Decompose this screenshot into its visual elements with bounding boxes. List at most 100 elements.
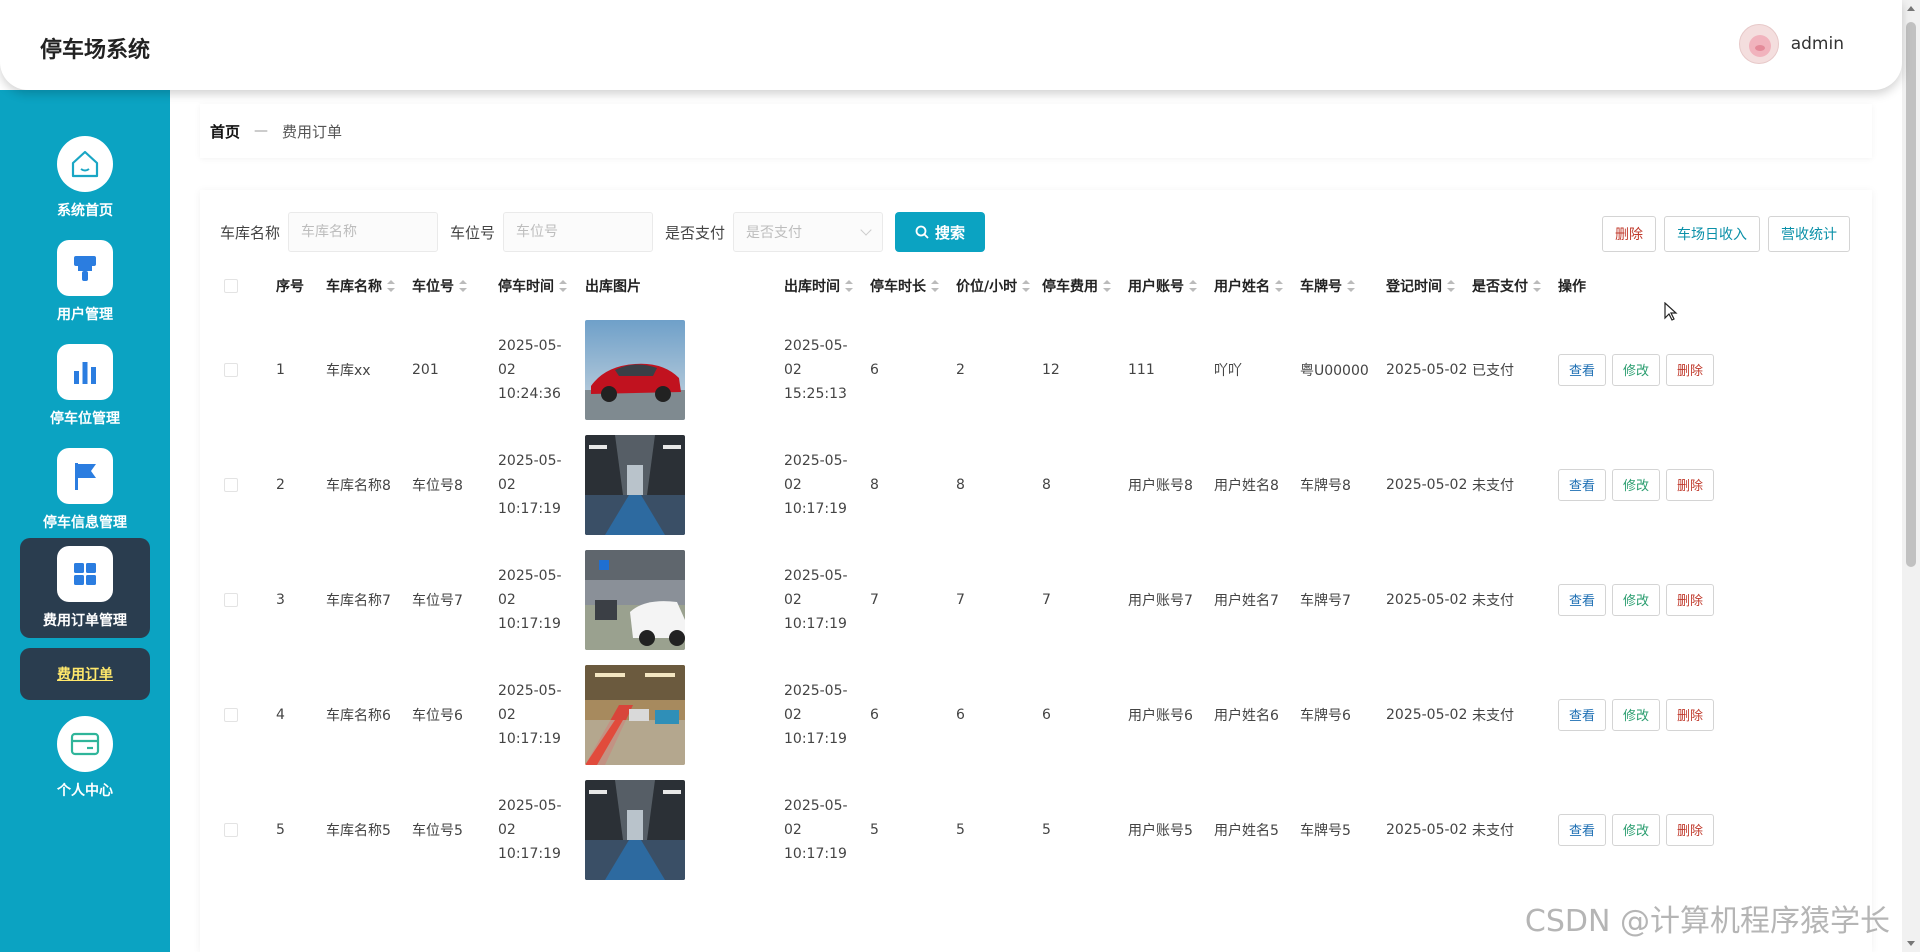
- sidebar-item-fee-orders[interactable]: 费用订单管理: [20, 538, 150, 638]
- cell-account: 用户账号8: [1128, 477, 1193, 494]
- row-checkbox[interactable]: [224, 542, 238, 657]
- row-checkbox[interactable]: [224, 772, 238, 887]
- row-checkbox[interactable]: [224, 312, 238, 427]
- paid-status-label: 是否支付: [665, 223, 726, 242]
- cell-user-name: 用户姓名8: [1214, 477, 1279, 494]
- batch-delete-button[interactable]: 删除: [1602, 216, 1656, 252]
- cell-park-time: 2025-05-02 10:17:19: [498, 682, 562, 747]
- cell-account: 用户账号7: [1128, 592, 1193, 609]
- sidebar-item-parking-slots[interactable]: 停车位管理: [20, 336, 150, 436]
- delete-button[interactable]: 删除: [1666, 813, 1715, 846]
- exit-photo-thumbnail[interactable]: [585, 779, 685, 880]
- sidebar-item-profile[interactable]: 个人中心: [20, 708, 150, 808]
- user-menu[interactable]: admin: [1738, 24, 1844, 64]
- breadcrumb-separator: —: [254, 123, 269, 139]
- view-button[interactable]: 查看: [1558, 698, 1607, 731]
- home-icon: [57, 136, 113, 192]
- page-scrollbar[interactable]: [1902, 0, 1920, 952]
- cell-reg-time: 2025-05-02: [1386, 821, 1468, 838]
- user-avatar[interactable]: [1738, 24, 1779, 64]
- exit-photo-thumbnail[interactable]: [585, 319, 685, 420]
- th-garage-name[interactable]: 车库名称: [326, 260, 395, 312]
- th-reg-time[interactable]: 登记时间: [1386, 260, 1455, 312]
- cell-park-time: 2025-05-02 10:24:36: [498, 337, 562, 402]
- row-checkbox[interactable]: [224, 657, 238, 772]
- cell-slot-number: 201: [412, 361, 439, 378]
- th-paid[interactable]: 是否支付: [1472, 260, 1541, 312]
- sidebar-item-home[interactable]: 系统首页: [20, 128, 150, 228]
- daily-income-button[interactable]: 车场日收入: [1664, 216, 1760, 252]
- th-plate[interactable]: 车牌号: [1300, 260, 1355, 312]
- th-fee[interactable]: 停车费用: [1042, 260, 1111, 312]
- cell-paid: 已支付: [1472, 362, 1514, 379]
- scroll-thumb[interactable]: [1906, 22, 1916, 567]
- edit-button[interactable]: 修改: [1612, 353, 1661, 386]
- cell-plate: 车牌号7: [1300, 592, 1351, 609]
- th-user-name[interactable]: 用户姓名: [1214, 260, 1283, 312]
- scroll-down-icon[interactable]: [1907, 941, 1915, 946]
- sort-icon: [1022, 280, 1031, 292]
- cell-fee: 8: [1042, 476, 1051, 493]
- select-all-checkbox[interactable]: [224, 260, 238, 312]
- cell-exit-image[interactable]: [585, 542, 685, 657]
- cell-exit-image[interactable]: [585, 772, 685, 887]
- card-icon: [57, 716, 113, 772]
- exit-photo-thumbnail[interactable]: [585, 434, 685, 535]
- cell-actions: 查看 修改 删除: [1558, 542, 1715, 657]
- view-button[interactable]: 查看: [1558, 353, 1607, 386]
- th-account[interactable]: 用户账号: [1128, 260, 1197, 312]
- delete-button[interactable]: 删除: [1666, 468, 1715, 501]
- exit-photo-thumbnail[interactable]: [585, 549, 685, 650]
- sidebar-subitem-fee-order[interactable]: 费用订单: [20, 648, 150, 700]
- breadcrumb-current: 费用订单: [282, 122, 343, 141]
- th-exit-time[interactable]: 出库时间: [784, 260, 853, 312]
- edit-button[interactable]: 修改: [1612, 698, 1661, 731]
- content-panel: 车库名称 车位号 是否支付 是否支付 搜索 删除 车场日收入 营收统计 序号 车…: [200, 190, 1872, 952]
- username[interactable]: admin: [1791, 34, 1844, 54]
- breadcrumb-home[interactable]: 首页: [210, 121, 240, 142]
- delete-button[interactable]: 删除: [1666, 583, 1715, 616]
- slot-number-label: 车位号: [450, 223, 496, 242]
- cell-user-name: 用户姓名7: [1214, 592, 1279, 609]
- cell-exit-image[interactable]: [585, 657, 685, 772]
- cell-exit-image[interactable]: [585, 312, 685, 427]
- delete-button[interactable]: 删除: [1666, 698, 1715, 731]
- view-button[interactable]: 查看: [1558, 813, 1607, 846]
- th-park-time[interactable]: 停车时间: [498, 260, 567, 312]
- cell-exit-image[interactable]: [585, 427, 685, 542]
- table-row: 2 车库名称8 车位号8 2025-05-02 10:17:19 2025-05-02 10…: [200, 427, 1872, 542]
- sidebar-item-label: 系统首页: [57, 203, 113, 219]
- edit-button[interactable]: 修改: [1612, 468, 1661, 501]
- edit-button[interactable]: 修改: [1612, 813, 1661, 846]
- cell-price: 2: [956, 361, 965, 378]
- exit-photo-thumbnail[interactable]: [585, 664, 685, 765]
- search-button[interactable]: 搜索: [895, 212, 986, 252]
- search-form: 车库名称 车位号 是否支付 是否支付 搜索: [220, 212, 986, 252]
- sidebar-item-parking-info[interactable]: 停车信息管理: [20, 440, 150, 540]
- delete-button[interactable]: 删除: [1666, 353, 1715, 386]
- th-actions: 操作: [1558, 279, 1586, 295]
- view-button[interactable]: 查看: [1558, 468, 1607, 501]
- slot-number-input[interactable]: [503, 212, 654, 252]
- garage-name-label: 车库名称: [220, 223, 281, 242]
- revenue-stats-button[interactable]: 营收统计: [1768, 216, 1850, 252]
- cell-account: 用户账号5: [1128, 822, 1193, 839]
- cell-plate: 车牌号6: [1300, 707, 1351, 724]
- th-duration[interactable]: 停车时长: [870, 260, 939, 312]
- garage-name-input[interactable]: [288, 212, 439, 252]
- row-checkbox[interactable]: [224, 427, 238, 542]
- chevron-down-icon: [860, 224, 872, 236]
- sort-icon: [1447, 280, 1455, 292]
- bar-chart-icon: [57, 344, 113, 400]
- sort-icon: [1189, 280, 1197, 292]
- th-index: 序号: [276, 279, 304, 295]
- th-slot-number[interactable]: 车位号: [412, 260, 467, 312]
- th-price[interactable]: 价位/小时: [956, 260, 1031, 312]
- sidebar-item-users[interactable]: 用户管理: [20, 232, 150, 332]
- cell-plate: 车牌号8: [1300, 477, 1351, 494]
- cell-paid: 未支付: [1472, 592, 1514, 609]
- edit-button[interactable]: 修改: [1612, 583, 1661, 616]
- paid-status-select[interactable]: 是否支付: [733, 212, 884, 252]
- scroll-up-icon[interactable]: [1907, 6, 1915, 11]
- view-button[interactable]: 查看: [1558, 583, 1607, 616]
